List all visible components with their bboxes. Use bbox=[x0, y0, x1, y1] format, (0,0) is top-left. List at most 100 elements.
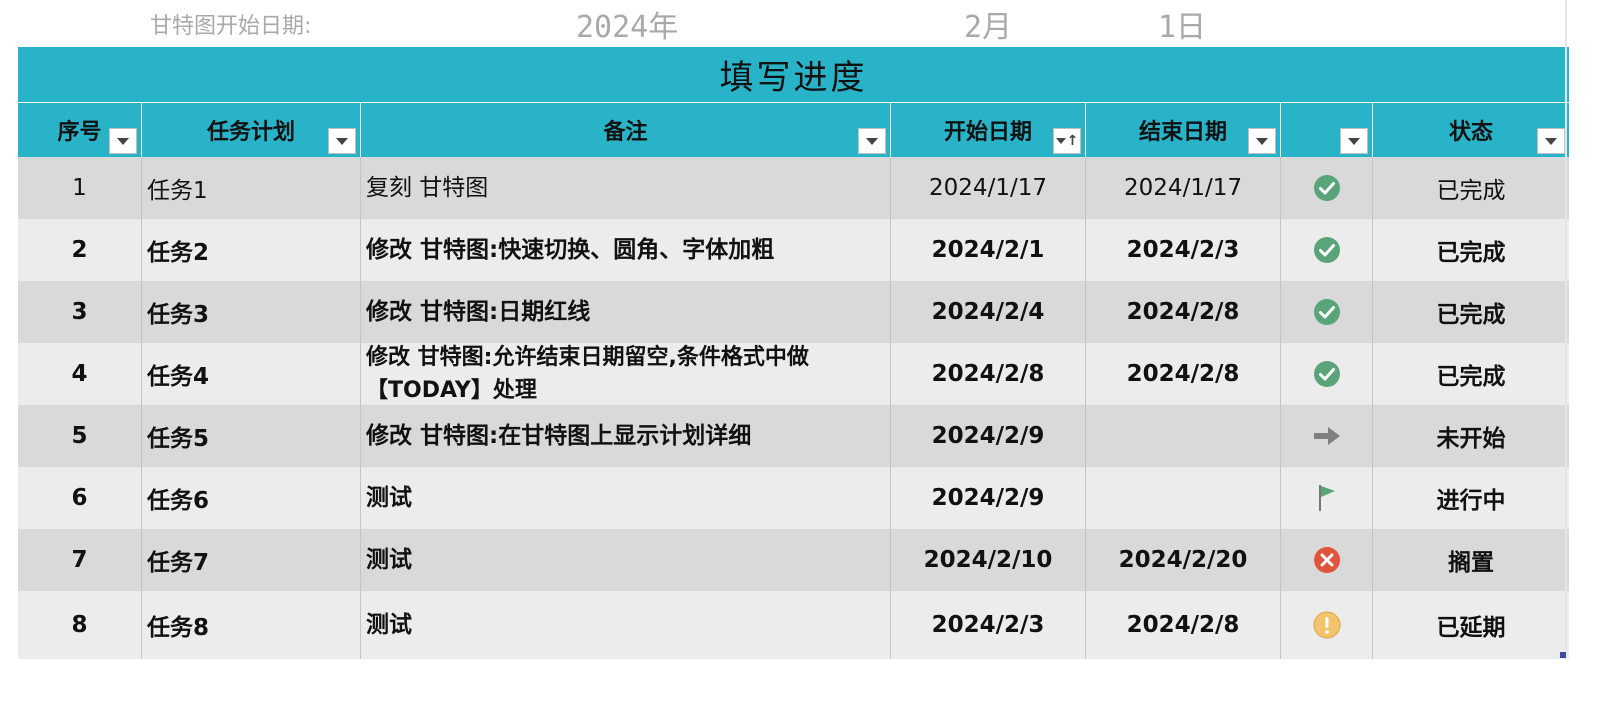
cell-task[interactable]: 任务5 bbox=[142, 405, 361, 467]
cell-remark[interactable]: 测试 bbox=[361, 529, 891, 591]
cell-status-icon[interactable] bbox=[1281, 157, 1373, 219]
cell-task[interactable]: 任务8 bbox=[142, 591, 361, 659]
cell-task[interactable]: 任务1 bbox=[142, 157, 361, 219]
column-header-start: 开始日期 ↑ bbox=[891, 103, 1086, 157]
cell-remark[interactable]: 修改 甘特图:日期红线 bbox=[361, 281, 891, 343]
table-resize-handle[interactable] bbox=[1560, 652, 1566, 658]
gantt-start-year[interactable]: 2024年 bbox=[576, 2, 678, 46]
cell-start-date[interactable]: 2024/1/17 bbox=[891, 157, 1086, 219]
filter-dropdown-button[interactable] bbox=[858, 128, 886, 154]
filter-dropdown-button[interactable] bbox=[1537, 128, 1565, 154]
check-circle-icon bbox=[1313, 361, 1340, 387]
column-header-label: 开始日期 bbox=[943, 120, 1032, 145]
cell-status-icon[interactable] bbox=[1281, 529, 1373, 591]
cell-no[interactable]: 8 bbox=[18, 591, 142, 659]
cell-no[interactable]: 5 bbox=[18, 405, 142, 467]
cell-status[interactable]: 搁置 bbox=[1373, 529, 1569, 591]
cell-end-date[interactable]: 2024/2/8 bbox=[1086, 281, 1281, 343]
cell-status[interactable]: 已完成 bbox=[1373, 219, 1569, 281]
chevron-down-icon bbox=[866, 137, 878, 145]
cell-remark[interactable]: 修改 甘特图:在甘特图上显示计划详细 bbox=[361, 405, 891, 467]
chevron-down-icon bbox=[336, 137, 348, 145]
page-title: 填写进度 bbox=[719, 58, 868, 98]
table-row[interactable]: 6 任务6 测试 2024/2/9 进行中 bbox=[18, 467, 1569, 529]
cell-status-icon[interactable] bbox=[1281, 343, 1373, 405]
column-header-label: 序号 bbox=[57, 120, 102, 145]
cell-end-date[interactable]: 2024/2/8 bbox=[1086, 343, 1281, 405]
sheet-edge-divider bbox=[1565, 0, 1567, 660]
cell-remark[interactable]: 复刻 甘特图 bbox=[361, 157, 891, 219]
cell-no[interactable]: 2 bbox=[18, 219, 142, 281]
cell-remark[interactable]: 测试 bbox=[361, 591, 891, 659]
cell-end-date[interactable]: 2024/2/8 bbox=[1086, 591, 1281, 659]
cell-start-date[interactable]: 2024/2/1 bbox=[891, 219, 1086, 281]
column-header-label: 备注 bbox=[603, 120, 648, 145]
column-header-remark: 备注 bbox=[361, 103, 891, 157]
cell-status[interactable]: 进行中 bbox=[1373, 467, 1569, 529]
cell-status-icon[interactable] bbox=[1281, 591, 1373, 659]
x-circle-icon bbox=[1313, 547, 1340, 573]
filter-dropdown-button[interactable] bbox=[1248, 128, 1276, 154]
cell-no[interactable]: 4 bbox=[18, 343, 142, 405]
cell-remark[interactable]: 测试 bbox=[361, 467, 891, 529]
filter-dropdown-button[interactable] bbox=[109, 128, 137, 154]
table-row[interactable]: 8 任务8 测试 2024/2/3 2024/2/8 已延期 bbox=[18, 591, 1569, 659]
cell-end-date[interactable]: 2024/1/17 bbox=[1086, 157, 1281, 219]
cell-status[interactable]: 已完成 bbox=[1373, 281, 1569, 343]
cell-no[interactable]: 3 bbox=[18, 281, 142, 343]
cell-end-date[interactable]: 2024/2/3 bbox=[1086, 219, 1281, 281]
cell-status-icon[interactable] bbox=[1281, 405, 1373, 467]
sort-filter-button[interactable]: ↑ bbox=[1053, 128, 1081, 154]
column-header-icon bbox=[1281, 103, 1373, 157]
table-row[interactable]: 3 任务3 修改 甘特图:日期红线 2024/2/4 2024/2/8 已完成 bbox=[18, 281, 1569, 343]
arrow-right-icon bbox=[1313, 427, 1340, 445]
cell-task[interactable]: 任务2 bbox=[142, 219, 361, 281]
cell-status[interactable]: 已完成 bbox=[1373, 343, 1569, 405]
cell-start-date[interactable]: 2024/2/9 bbox=[891, 467, 1086, 529]
chevron-down-icon bbox=[1256, 137, 1268, 145]
cell-task[interactable]: 任务6 bbox=[142, 467, 361, 529]
cell-no[interactable]: 7 bbox=[18, 529, 142, 591]
table-row[interactable]: 2 任务2 修改 甘特图:快速切换、圆角、字体加粗 2024/2/1 2024/… bbox=[18, 219, 1569, 281]
cell-status-icon[interactable] bbox=[1281, 281, 1373, 343]
column-header-status: 状态 bbox=[1373, 103, 1569, 157]
column-header-end: 结束日期 bbox=[1086, 103, 1281, 157]
cell-remark[interactable]: 修改 甘特图:允许结束日期留空,条件格式中做【TODAY】处理 bbox=[361, 343, 891, 405]
cell-start-date[interactable]: 2024/2/9 bbox=[891, 405, 1086, 467]
filter-dropdown-button[interactable] bbox=[328, 128, 356, 154]
cell-start-date[interactable]: 2024/2/8 bbox=[891, 343, 1086, 405]
cell-no[interactable]: 6 bbox=[18, 467, 142, 529]
column-header-label: 结束日期 bbox=[1138, 120, 1227, 145]
cell-status[interactable]: 已完成 bbox=[1373, 157, 1569, 219]
cell-start-date[interactable]: 2024/2/10 bbox=[891, 529, 1086, 591]
gantt-start-month[interactable]: 2月 bbox=[964, 2, 1012, 46]
filter-dropdown-button[interactable] bbox=[1340, 128, 1368, 154]
cell-status-icon[interactable] bbox=[1281, 467, 1373, 529]
table-row[interactable]: 1 任务1 复刻 甘特图 2024/1/17 2024/1/17 已完成 bbox=[18, 157, 1569, 219]
column-header-task: 任务计划 bbox=[142, 103, 361, 157]
cell-task[interactable]: 任务4 bbox=[142, 343, 361, 405]
cell-start-date[interactable]: 2024/2/3 bbox=[891, 591, 1086, 659]
cell-status[interactable]: 未开始 bbox=[1373, 405, 1569, 467]
gantt-start-date-label: 甘特图开始日期: bbox=[150, 14, 312, 39]
exclamation-circle-icon bbox=[1313, 611, 1340, 639]
check-circle-icon bbox=[1313, 175, 1340, 201]
table-row[interactable]: 4 任务4 修改 甘特图:允许结束日期留空,条件格式中做【TODAY】处理 20… bbox=[18, 343, 1569, 405]
gantt-start-day[interactable]: 1日 bbox=[1158, 2, 1206, 46]
chevron-down-icon bbox=[117, 137, 129, 145]
table-row[interactable]: 7 任务7 测试 2024/2/10 2024/2/20 搁置 bbox=[18, 529, 1569, 591]
cell-status-icon[interactable] bbox=[1281, 219, 1373, 281]
cell-no[interactable]: 1 bbox=[18, 157, 142, 219]
cell-end-date[interactable] bbox=[1086, 467, 1281, 529]
cell-status[interactable]: 已延期 bbox=[1373, 591, 1569, 659]
cell-start-date[interactable]: 2024/2/4 bbox=[891, 281, 1086, 343]
table-row[interactable]: 5 任务5 修改 甘特图:在甘特图上显示计划详细 2024/2/9 未开始 bbox=[18, 405, 1569, 467]
cell-end-date[interactable]: 2024/2/20 bbox=[1086, 529, 1281, 591]
cell-end-date[interactable] bbox=[1086, 405, 1281, 467]
cell-remark[interactable]: 修改 甘特图:快速切换、圆角、字体加粗 bbox=[361, 219, 891, 281]
progress-table-title: 填写进度 bbox=[18, 47, 1569, 102]
column-header-no: 序号 bbox=[18, 103, 142, 157]
cell-task[interactable]: 任务7 bbox=[142, 529, 361, 591]
cell-task[interactable]: 任务3 bbox=[142, 281, 361, 343]
chevron-down-icon bbox=[1055, 138, 1066, 144]
